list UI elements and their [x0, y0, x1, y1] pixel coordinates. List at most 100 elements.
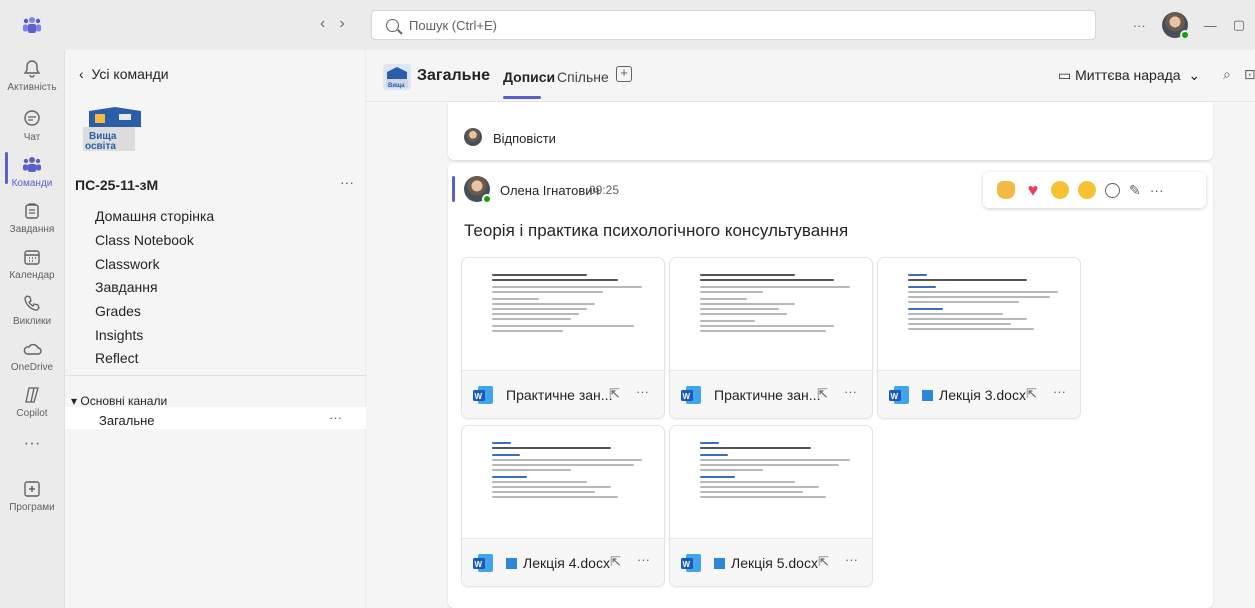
title-bar: ‹ › Пошук (Ctrl+E) ··· — ▢	[0, 0, 1255, 50]
calendar-icon	[24, 250, 40, 265]
share-icon[interactable]: ⇱	[1026, 386, 1037, 402]
link-reflect[interactable]: Reflect	[95, 350, 139, 366]
reaction-bar: ♥ ✎ ···	[983, 172, 1206, 208]
teams-icon	[23, 157, 41, 172]
file-card[interactable]: W Лекція 4.docx ⇱ ···	[462, 426, 664, 586]
link-insights[interactable]: Insights	[95, 327, 143, 343]
file-card[interactable]: W Лекція 3.docx ⇱ ···	[878, 258, 1080, 418]
file-info-bar: W Практичне зан... ⇱ ···	[462, 370, 664, 418]
team-logo: Вища освіта	[75, 105, 153, 153]
video-camera-icon: ▭	[1058, 67, 1076, 83]
word-file-icon: W	[681, 554, 701, 572]
link-classwork[interactable]: Classwork	[95, 256, 160, 272]
heart-reaction-icon[interactable]: ♥	[1024, 181, 1042, 199]
file-more-icon[interactable]: ···	[845, 552, 858, 567]
file-more-icon[interactable]: ···	[1053, 384, 1066, 399]
channel-name[interactable]: Загальне	[99, 413, 155, 428]
rail-copilot[interactable]: Copilot	[0, 384, 64, 419]
rail-apps[interactable]: Програми	[0, 478, 64, 513]
post-time: 09:25	[589, 183, 620, 197]
titlebar-controls: ··· — ▢	[1133, 12, 1245, 40]
file-card[interactable]: W Практичне зан... ⇱ ···	[462, 258, 664, 418]
link-home[interactable]: Домашня сторінка	[95, 208, 214, 224]
post-title: Теорія і практика психологічного консуль…	[464, 221, 849, 240]
bell-icon	[23, 60, 41, 78]
rail-teams[interactable]: Команди	[0, 154, 64, 189]
file-more-icon[interactable]: ···	[636, 384, 649, 399]
edit-icon[interactable]: ✎	[1129, 182, 1141, 199]
channel-more-button[interactable]: ···	[329, 410, 342, 425]
active-tab-underline	[503, 96, 541, 99]
nav-arrows: ‹ ›	[320, 15, 345, 33]
team-more-button[interactable]: ···	[340, 174, 354, 190]
svg-text:Вища: Вища	[388, 83, 405, 89]
team-panel: ‹ Усі команди Вища освіта ПС-25-11-зМ ··…	[64, 50, 366, 608]
file-thumbnail	[878, 258, 1080, 370]
more-options-icon[interactable]: ···	[1150, 182, 1164, 198]
surprised-reaction-icon[interactable]	[1078, 181, 1096, 199]
rail-assignments[interactable]: Завдання	[0, 200, 64, 235]
rail-calendar[interactable]: Календар	[0, 246, 64, 281]
share-icon[interactable]: ⇱	[818, 554, 829, 570]
share-icon[interactable]: ⇱	[610, 554, 621, 570]
share-icon[interactable]: ⇱	[817, 386, 828, 402]
expand-icon[interactable]: ⊡	[1244, 66, 1255, 83]
file-name-wrap[interactable]: Лекція 3.docx	[922, 387, 1026, 403]
file-more-icon[interactable]: ···	[637, 552, 650, 567]
chevron-down-icon: ⌄	[1180, 67, 1201, 83]
svg-text:W: W	[891, 392, 899, 401]
add-reaction-icon[interactable]	[1105, 182, 1120, 198]
rail-onedrive[interactable]: OneDrive	[0, 338, 64, 373]
word-file-icon: W	[681, 386, 701, 404]
search-input[interactable]: Пошук (Ctrl+E)	[371, 10, 1096, 40]
rail-chat[interactable]: Чат	[0, 108, 64, 143]
reply-button[interactable]: Відповісти	[493, 131, 556, 146]
presence-available-icon	[482, 194, 492, 204]
file-info-bar: W Практичне зан... ⇱ ···	[670, 370, 872, 418]
file-name-wrap[interactable]: Лекція 4.docx	[506, 555, 610, 571]
back-arrow-icon[interactable]: ‹	[320, 15, 325, 33]
like-reaction-icon[interactable]	[997, 181, 1015, 199]
user-avatar[interactable]	[1161, 12, 1190, 40]
apps-add-icon	[24, 481, 40, 497]
file-info-bar: W Лекція 5.docx ⇱ ···	[670, 538, 872, 586]
file-thumbnail	[670, 426, 872, 538]
forward-arrow-icon[interactable]: ›	[339, 15, 344, 33]
teams-logo-icon[interactable]	[22, 16, 42, 34]
channels-section-toggle[interactable]: ▾ Основні канали	[71, 394, 167, 408]
minimize-button[interactable]: —	[1204, 18, 1217, 33]
tab-shared[interactable]: Спільне	[557, 69, 609, 85]
tab-posts[interactable]: Дописи	[503, 69, 555, 85]
copilot-icon	[25, 387, 39, 403]
file-name[interactable]: Практичне зан...	[714, 387, 820, 403]
more-options-button[interactable]: ···	[1133, 18, 1146, 33]
phone-icon	[24, 295, 40, 311]
search-placeholder: Пошук (Ctrl+E)	[409, 17, 497, 33]
file-card[interactable]: W Практичне зан... ⇱ ···	[670, 258, 872, 418]
rail-calls[interactable]: Виклики	[0, 292, 64, 327]
word-file-icon: W	[473, 386, 493, 404]
restore-button[interactable]: ▢	[1233, 17, 1245, 33]
channel-main: Вища Загальне Дописи Спільне + ▭ Миттєва…	[366, 50, 1255, 608]
header-actions: ⌕ ⊡	[1223, 66, 1255, 83]
file-card[interactable]: W Лекція 5.docx ⇱ ···	[670, 426, 872, 586]
meet-now-button[interactable]: ▭ Миттєва нарада ⌄	[1058, 67, 1200, 84]
author-avatar[interactable]	[464, 176, 492, 204]
back-to-teams-button[interactable]: ‹ Усі команди	[79, 66, 169, 82]
file-more-icon[interactable]: ···	[844, 384, 857, 399]
post-author[interactable]: Олена Ігнатович	[500, 183, 599, 198]
laugh-reaction-icon[interactable]	[1051, 181, 1069, 199]
rail-activity[interactable]: Активність	[0, 58, 64, 93]
link-grades[interactable]: Grades	[95, 303, 141, 319]
link-class-notebook[interactable]: Class Notebook	[95, 232, 194, 248]
file-name[interactable]: Практичне зан...	[506, 387, 612, 403]
file-name-wrap[interactable]: Лекція 5.docx	[714, 555, 818, 571]
link-assignments[interactable]: Завдання	[95, 279, 158, 295]
share-icon[interactable]: ⇱	[609, 386, 620, 402]
add-tab-button[interactable]: +	[616, 66, 632, 82]
search-channel-icon[interactable]: ⌕	[1223, 66, 1231, 83]
file-info-bar: W Лекція 4.docx ⇱ ···	[462, 538, 664, 586]
cloud-icon	[23, 343, 42, 355]
rail-more-apps[interactable]: ···	[0, 432, 64, 456]
file-thumbnail	[462, 426, 664, 538]
